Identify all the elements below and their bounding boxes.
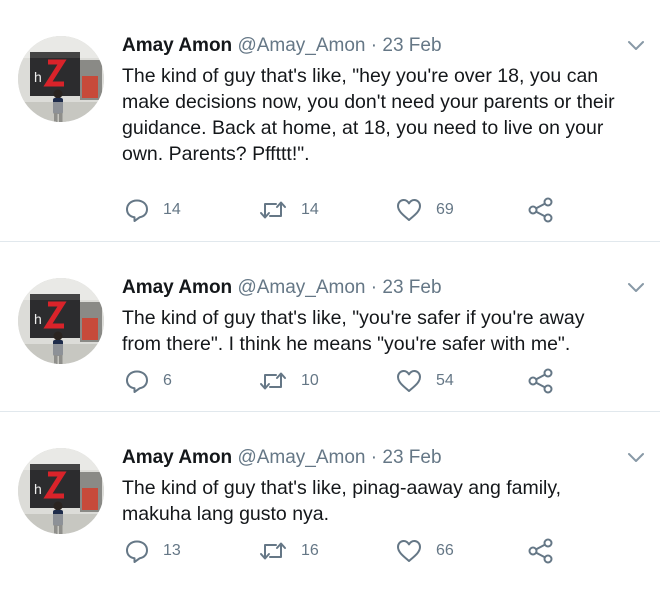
separator-dot: ·	[370, 447, 378, 468]
retweet-button[interactable]: 14	[258, 196, 319, 224]
chevron-down-icon	[628, 453, 644, 462]
author-handle[interactable]: @Amay_Amon	[237, 277, 365, 298]
author-name[interactable]: Amay Amon	[122, 35, 232, 56]
like-button[interactable]: 66	[395, 537, 454, 565]
retweet-icon	[260, 542, 286, 560]
tweet-date[interactable]: 23 Feb	[382, 447, 441, 468]
avatar-photo: h	[18, 36, 104, 122]
reply-button[interactable]: 6	[124, 367, 172, 395]
tweet-menu-button[interactable]	[626, 38, 646, 54]
tweet[interactable]: h Amay Amon @Amay_Amon · 23 Feb The kind…	[0, 412, 660, 582]
tweet-header: Amay Amon @Amay_Amon · 23 Feb	[122, 276, 620, 300]
tweet-menu-button[interactable]	[626, 280, 646, 296]
share-icon	[528, 368, 553, 394]
heart-icon	[397, 540, 421, 562]
svg-text:h: h	[34, 481, 42, 497]
reply-button[interactable]: 14	[124, 196, 181, 224]
avatar-photo: h	[18, 448, 104, 534]
avatar[interactable]: h	[18, 278, 104, 364]
tweet[interactable]: h Amay Amon @Amay_Amon · 23 Feb The kind…	[0, 242, 660, 412]
retweet-icon	[260, 372, 286, 390]
retweet-icon	[260, 201, 286, 219]
like-button[interactable]: 69	[395, 196, 454, 224]
share-icon	[528, 538, 553, 564]
reply-count: 6	[163, 372, 172, 389]
separator-dot: ·	[370, 35, 378, 56]
tweet-body: Amay Amon @Amay_Amon · 23 Feb The kind o…	[122, 276, 620, 357]
reply-count: 13	[163, 542, 181, 559]
avatar[interactable]: h	[18, 448, 104, 534]
share-button[interactable]	[527, 196, 555, 224]
like-count: 66	[436, 542, 454, 559]
chevron-down-icon	[628, 283, 644, 292]
separator-dot: ·	[370, 277, 378, 298]
tweet-header: Amay Amon @Amay_Amon · 23 Feb	[122, 446, 620, 470]
tweet-menu-button[interactable]	[626, 450, 646, 466]
share-button[interactable]	[527, 367, 555, 395]
retweet-count: 16	[301, 542, 319, 559]
like-count: 54	[436, 372, 454, 389]
author-handle[interactable]: @Amay_Amon	[237, 35, 365, 56]
reply-button[interactable]: 13	[124, 537, 181, 565]
author-handle[interactable]: @Amay_Amon	[237, 447, 365, 468]
avatar-photo: h	[18, 278, 104, 364]
avatar[interactable]: h	[18, 36, 104, 122]
reply-count: 14	[163, 201, 181, 218]
retweet-count: 10	[301, 372, 319, 389]
author-name[interactable]: Amay Amon	[122, 277, 232, 298]
heart-icon	[397, 199, 421, 221]
tweet-header: Amay Amon @Amay_Amon · 23 Feb	[122, 34, 620, 58]
retweet-count: 14	[301, 201, 319, 218]
tweet-date[interactable]: 23 Feb	[382, 277, 441, 298]
tweet-text: The kind of guy that's like, pinag-aaway…	[122, 477, 562, 525]
tweet[interactable]: h Amay Amon @Amay_Amon · 23 Feb The kind…	[0, 0, 660, 242]
chevron-down-icon	[628, 41, 644, 50]
reply-icon	[126, 540, 148, 563]
share-button[interactable]	[527, 537, 555, 565]
tweet-text: The kind of guy that's like, "you're saf…	[122, 307, 585, 355]
reply-icon	[126, 370, 148, 393]
like-count: 69	[436, 201, 454, 218]
retweet-button[interactable]: 10	[258, 367, 319, 395]
share-icon	[528, 197, 553, 223]
tweet-text: The kind of guy that's like, "hey you're…	[122, 65, 615, 165]
tweet-body: Amay Amon @Amay_Amon · 23 Feb The kind o…	[122, 446, 620, 527]
svg-text:h: h	[34, 69, 42, 85]
tweet-body: Amay Amon @Amay_Amon · 23 Feb The kind o…	[122, 34, 620, 167]
author-name[interactable]: Amay Amon	[122, 447, 232, 468]
tweet-timeline: h Amay Amon @Amay_Amon · 23 Feb The kind…	[0, 0, 660, 582]
like-button[interactable]: 54	[395, 367, 454, 395]
tweet-date[interactable]: 23 Feb	[382, 35, 441, 56]
retweet-button[interactable]: 16	[258, 537, 319, 565]
reply-icon	[126, 199, 148, 222]
heart-icon	[397, 370, 421, 392]
svg-text:h: h	[34, 311, 42, 327]
